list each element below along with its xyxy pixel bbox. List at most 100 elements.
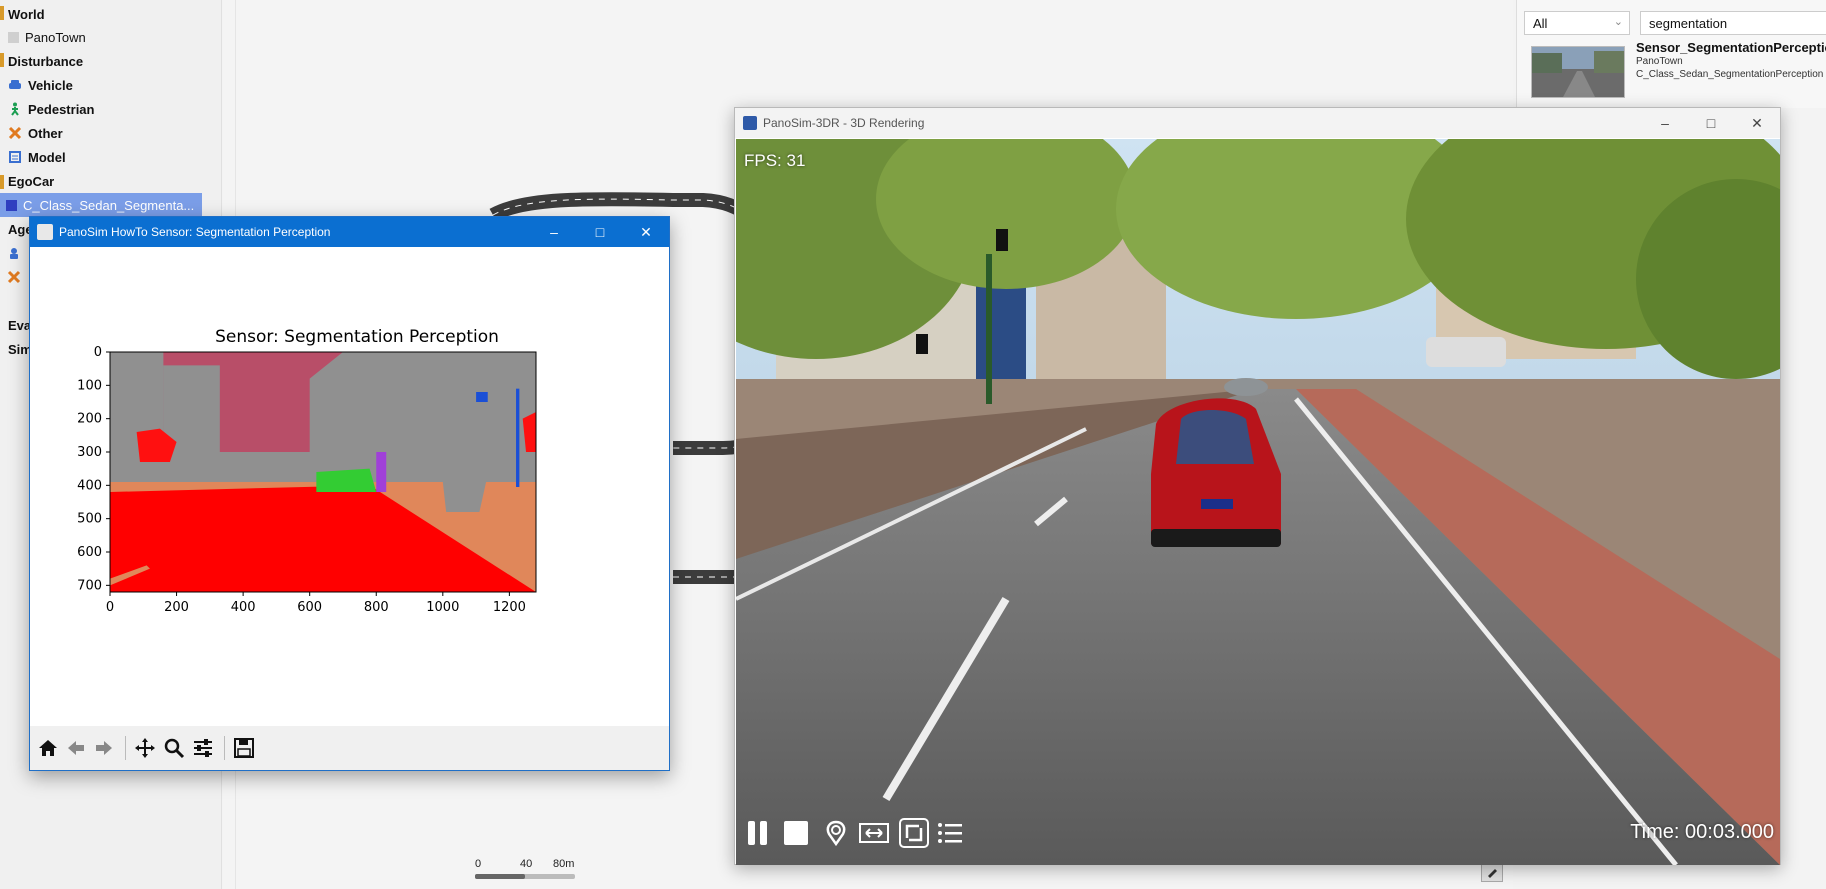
render-viewport[interactable]: FPS: 31 Time: 00:03.000 [736, 139, 1780, 865]
tree-item-label: EgoCar [8, 173, 55, 189]
location-icon[interactable] [820, 817, 852, 849]
y-tick-label: 0 [94, 345, 102, 360]
tree-item-disturbance[interactable]: Disturbance [8, 49, 83, 73]
y-tick-label: 500 [77, 512, 102, 527]
maximize-button[interactable]: □ [577, 217, 623, 247]
tree-item-label: Pedestrian [28, 101, 95, 117]
toolbar-separator [125, 736, 126, 760]
segment-pedestrian [376, 452, 387, 492]
render-window: PanoSim-3DR - 3D Rendering – □ ✕ FPS: 31… [734, 107, 1781, 865]
x-tick-label: 1000 [426, 600, 459, 615]
y-axis-ticks: 0 100 200 300 400 500 600 700 [77, 345, 110, 593]
x-tick-label: 600 [297, 600, 322, 615]
stop-icon[interactable] [780, 817, 812, 849]
tree-item-label: PanoTown [25, 29, 86, 45]
tree-item-agent-child[interactable] [7, 241, 27, 265]
tree-item-vehicle[interactable]: Vehicle [8, 73, 73, 97]
library-search-input[interactable] [1640, 11, 1826, 35]
tree-item-other[interactable]: Other [8, 121, 63, 145]
figure-window-titlebar[interactable]: PanoSim HowTo Sensor: Segmentation Perce… [30, 217, 669, 247]
segment-traffic-light [476, 392, 488, 402]
result-thumbnail[interactable] [1531, 46, 1625, 98]
tools-icon [8, 126, 22, 140]
x-tick-label: 400 [231, 600, 256, 615]
home-icon[interactable] [34, 734, 62, 762]
x-tick-label: 800 [364, 600, 389, 615]
result-vehicle: C_Class_Sedan_SegmentationPerception [1636, 69, 1824, 80]
y-tick-label: 300 [77, 445, 102, 460]
y-tick-label: 700 [77, 578, 102, 593]
scale-label-start: 0 [475, 858, 482, 870]
map-icon [8, 31, 19, 43]
tree-item-egocar[interactable]: EgoCar [8, 169, 54, 193]
tree-item-c-class-sedan[interactable]: C_Class_Sedan_Segmenta... [0, 193, 202, 217]
scale-label-mid: 40 [520, 858, 533, 870]
library-filter-select[interactable]: All ⌄ [1524, 11, 1630, 35]
figure-toolbar [30, 726, 669, 770]
street-scene [736, 139, 1780, 865]
render-window-titlebar[interactable]: PanoSim-3DR - 3D Rendering – □ ✕ [735, 108, 1780, 138]
zoom-icon[interactable] [160, 734, 188, 762]
figure-canvas[interactable]: Sensor: Segmentation Perception 0 200 400 6… [30, 247, 669, 741]
minimize-button[interactable]: – [531, 217, 577, 247]
list-icon[interactable] [934, 817, 966, 849]
desktop: World PanoTown Disturbance Vehicle Pedes… [0, 0, 1826, 889]
car-icon [8, 78, 22, 92]
tree-item-evaluator[interactable]: Eva [8, 313, 31, 337]
filter-value: All [1533, 16, 1548, 31]
x-tick-label: 0 [106, 600, 114, 615]
tree-item-pedestrian[interactable]: Pedestrian [8, 97, 94, 121]
tree-item-label: C_Class_Sedan_Segmenta... [23, 197, 195, 213]
result-title[interactable]: Sensor_SegmentationPerception [1636, 40, 1826, 55]
segment-traffic-light [516, 388, 520, 487]
tree-gutter-marker [0, 175, 4, 189]
y-tick-label: 100 [77, 378, 102, 393]
pencil-icon[interactable] [1481, 862, 1503, 882]
maximize-button[interactable]: □ [1688, 108, 1734, 138]
save-icon[interactable] [230, 734, 258, 762]
y-tick-label: 200 [77, 412, 102, 427]
tools-icon [7, 270, 21, 284]
x-axis-ticks: 0 200 400 600 800 1000 1200 [106, 592, 526, 615]
configure-icon[interactable] [189, 734, 217, 762]
pause-icon[interactable] [742, 817, 774, 849]
tree-item-label: World [8, 6, 45, 22]
scale-bar [475, 874, 575, 879]
pan-icon[interactable] [131, 734, 159, 762]
tree-item-label: Disturbance [8, 53, 84, 69]
simulation-time: Time: 00:03.000 [1630, 821, 1774, 843]
toolbar-separator [224, 736, 225, 760]
robot-icon [7, 246, 21, 260]
segmentation-image [110, 352, 536, 592]
vehicle-model-icon [6, 199, 17, 211]
chart-title: Sensor: Segmentation Perception [215, 327, 499, 347]
chevron-down-icon: ⌄ [1613, 16, 1623, 28]
tree-item-label: Vehicle [28, 77, 73, 93]
fps-counter: FPS: 31 [744, 151, 806, 170]
x-tick-label: 1200 [493, 600, 526, 615]
tree-item-agent-tool[interactable] [7, 265, 27, 289]
scale-label-end: 80m [553, 858, 575, 870]
y-tick-label: 400 [77, 478, 102, 493]
fullscreen-icon[interactable] [898, 817, 930, 849]
segment-building [442, 482, 487, 512]
app-icon [743, 116, 757, 130]
figure-window-title: PanoSim HowTo Sensor: Segmentation Perce… [59, 225, 331, 239]
fit-width-icon[interactable] [858, 817, 890, 849]
tree-gutter-marker [0, 6, 4, 20]
forward-arrow-icon[interactable] [90, 734, 118, 762]
render-window-title: PanoSim-3DR - 3D Rendering [763, 116, 925, 130]
pedestrian-icon [8, 102, 22, 116]
tree-item-world[interactable]: World [8, 2, 45, 26]
back-arrow-icon[interactable] [62, 734, 90, 762]
minimize-button[interactable]: – [1642, 108, 1688, 138]
close-button[interactable]: ✕ [623, 217, 669, 247]
x-tick-label: 200 [164, 600, 189, 615]
tree-item-label: Model [28, 149, 66, 165]
tree-item-model[interactable]: Model [8, 145, 66, 169]
tree-gutter-marker [0, 53, 4, 67]
tree-item-label: Other [28, 125, 63, 141]
tree-item-panotown[interactable]: PanoTown [8, 25, 86, 49]
segmentation-chart: Sensor: Segmentation Perception 0 200 400 6… [77, 327, 537, 615]
close-button[interactable]: ✕ [1734, 108, 1780, 138]
